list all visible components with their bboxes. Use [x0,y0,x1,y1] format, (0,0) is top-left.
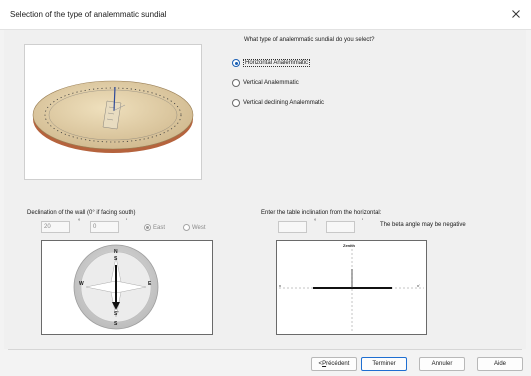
dialog-window: Selection of the type of analemmatic sun… [0,0,531,376]
inclination-degrees-input[interactable] [278,221,307,233]
option-vertical-declining[interactable]: Vertical declining Analemmatic [232,98,324,108]
type-question-label: What type of analemmatic sundial do you … [244,37,375,43]
east-label: East [153,224,166,231]
vertical-declining-radio[interactable] [232,99,240,107]
zenith-label: Zenith [343,243,355,248]
diagram-left-label: x [279,283,281,288]
vertical-radio[interactable] [232,79,240,87]
dialog-title: Selection of the type of analemmatic sun… [10,10,167,19]
compass-s-bottom: S [114,321,118,327]
compass-s-inner: S' [114,311,119,317]
compass-n: N [114,249,118,255]
option-vertical-label: Vertical Analemmatic [243,80,299,86]
help-button[interactable]: Aide [477,357,523,371]
previous-button[interactable]: < Précédent [311,357,357,371]
previous-rest: récédent [326,361,350,367]
inclination-diagram [279,249,424,333]
compass-drawing [73,244,159,330]
declination-degree-symbol: ° [78,219,81,225]
west-label: West [192,224,206,231]
compass-w: W [79,281,84,287]
finish-button[interactable]: Terminer [361,357,407,371]
declination-label: Declination of the wall (0° if facing so… [27,210,136,216]
compass-panel: N S W E S' S [41,240,213,335]
cancel-button[interactable]: Annuler [419,357,465,371]
option-horizontal[interactable]: Horizontal Analemmatic [232,58,311,68]
beta-note: The beta angle may be negative [380,222,466,228]
inclination-label: Enter the table inclination from the hor… [261,210,382,216]
inclination-degree-symbol: ° [314,219,317,225]
footer-separator [8,349,522,350]
sundial-image [32,80,194,153]
east-option[interactable]: East [144,224,165,231]
sundial-illustration [24,44,202,180]
option-vertical-declining-label: Vertical declining Analemmatic [243,100,325,106]
west-option[interactable]: West [183,224,206,231]
inclination-minutes-input[interactable] [326,221,355,233]
declination-degrees-input[interactable]: 20 [41,221,70,233]
inclination-diagram-panel: Zenith x x' [276,240,427,335]
compass-s-top: S [114,256,118,262]
declination-minute-symbol: ' [126,219,128,225]
title-bar: Selection of the type of analemmatic sun… [0,0,531,30]
option-vertical[interactable]: Vertical Analemmatic [232,78,299,88]
close-icon[interactable] [509,7,523,21]
horizontal-radio[interactable] [232,59,240,67]
compass-e: E [148,281,152,287]
west-radio[interactable] [183,224,190,231]
east-radio[interactable] [144,224,151,231]
declination-minutes-input[interactable]: 0 [90,221,119,233]
option-horizontal-label: Horizontal Analemmatic [243,59,311,67]
diagram-right-label: x' [417,283,420,288]
inclination-minute-symbol: ' [362,219,364,225]
